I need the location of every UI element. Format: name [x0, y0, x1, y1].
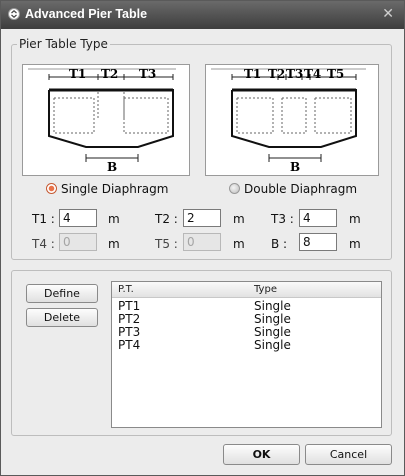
double-diaphragm-label: Double Diaphragm [244, 182, 358, 196]
t3-unit: m [349, 212, 361, 226]
t4-input[interactable] [59, 233, 97, 251]
single-b-label: B [107, 160, 118, 174]
double-b-label: B [290, 160, 301, 174]
b-label: B : [271, 237, 288, 251]
double-t3-label: T3 [286, 67, 304, 81]
single-diaphragm-label: Single Diaphragm [61, 182, 169, 196]
header-type[interactable]: Type [254, 284, 277, 295]
t5-label: T5 : [155, 237, 178, 251]
pier-table-list[interactable]: P.T. Type PT1 Single PT2 Single PT3 Sing… [111, 281, 382, 428]
single-t1-label: T1 [69, 67, 87, 81]
t3-label: T3 : [271, 212, 294, 226]
list-item-name: PT4 [118, 338, 141, 352]
delete-button[interactable]: Delete [26, 308, 98, 327]
header-pt[interactable]: P.T. [118, 284, 134, 295]
t5-unit: m [233, 237, 245, 251]
window-title: Advanced Pier Table [25, 7, 148, 21]
t4-unit: m [108, 237, 120, 251]
t2-label: T2 : [155, 212, 178, 226]
t1-input[interactable] [59, 209, 97, 227]
list-item-type: Single [254, 299, 291, 313]
double-t4-label: T4 [304, 67, 322, 81]
double-t1-label: T1 [244, 67, 262, 81]
t2-unit: m [233, 212, 245, 226]
window-menu-icon[interactable] [8, 8, 20, 20]
pier-table-type-title: Pier Table Type [17, 37, 110, 51]
t3-input[interactable] [299, 209, 337, 227]
t1-label: T1 : [32, 212, 55, 226]
ok-button[interactable]: OK [223, 444, 300, 465]
list-item-name: PT1 [118, 299, 141, 313]
single-t2-label: T2 [101, 67, 119, 81]
list-item[interactable]: PT1 Single [112, 299, 381, 313]
double-diaphragm-radio[interactable]: Double Diaphragm [229, 182, 369, 196]
close-icon[interactable]: ✕ [382, 6, 394, 22]
list-item[interactable]: PT2 Single [112, 312, 381, 326]
list-header[interactable]: P.T. Type [112, 282, 381, 298]
double-t2-label: T2 [268, 67, 286, 81]
radio-checked-icon[interactable] [46, 183, 57, 194]
list-item-name: PT2 [118, 312, 141, 326]
list-item-type: Single [254, 312, 291, 326]
t1-unit: m [108, 212, 120, 226]
list-item-name: PT3 [118, 325, 141, 339]
t2-input[interactable] [183, 209, 221, 227]
list-item[interactable]: PT3 Single [112, 325, 381, 339]
double-diaphragm-diagram: T1 T2 T3 T4 T5 B [205, 64, 379, 176]
t5-input[interactable] [183, 233, 221, 251]
b-unit: m [349, 237, 361, 251]
radio-unchecked-icon[interactable] [229, 183, 240, 194]
t4-label: T4 : [32, 237, 55, 251]
title-bar[interactable]: Advanced Pier Table ✕ [1, 1, 404, 29]
cancel-button[interactable]: Cancel [305, 444, 392, 465]
b-input[interactable] [299, 233, 337, 251]
advanced-pier-table-dialog: Advanced Pier Table ✕ Pier Table Type T1… [0, 0, 405, 476]
list-item[interactable]: PT4 Single [112, 338, 381, 352]
single-diaphragm-diagram: T1 T2 T3 B [22, 64, 190, 176]
define-button[interactable]: Define [26, 284, 98, 303]
list-item-type: Single [254, 325, 291, 339]
list-item-type: Single [254, 338, 291, 352]
single-diaphragm-radio[interactable]: Single Diaphragm [46, 182, 176, 196]
double-t5-label: T5 [327, 67, 345, 81]
single-t3-label: T3 [139, 67, 157, 81]
